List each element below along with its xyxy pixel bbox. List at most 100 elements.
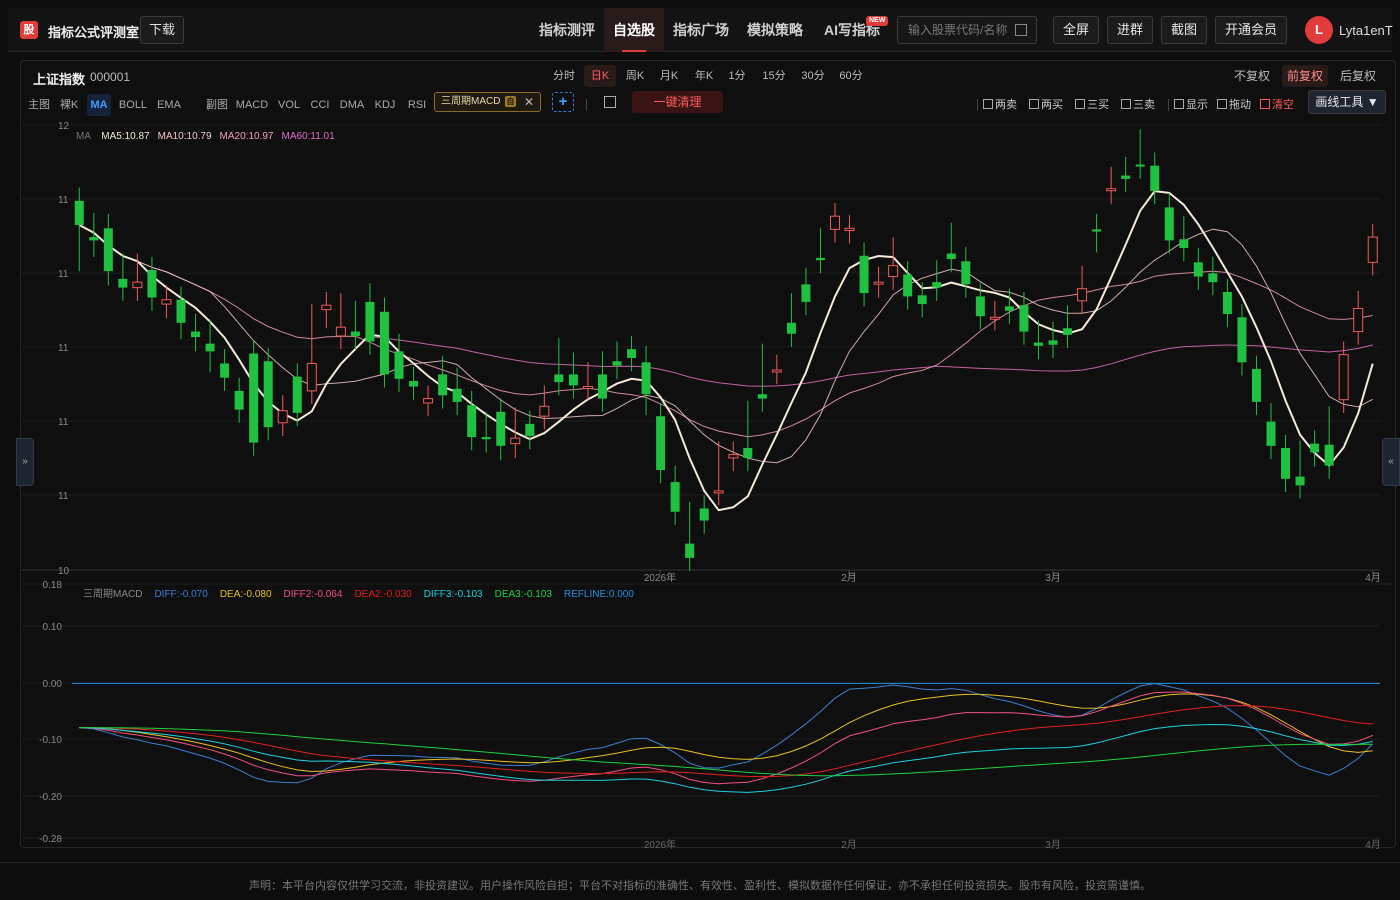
candle-body-down — [525, 423, 535, 436]
candle-body-up — [1367, 236, 1378, 263]
candle-body-down — [118, 278, 128, 288]
diff2-line — [79, 691, 1373, 785]
y-tick-label: 11 — [58, 195, 69, 206]
dea3-line — [79, 727, 1373, 777]
candle-body-down — [191, 331, 201, 338]
y-tick-label: 11 — [58, 417, 69, 428]
expand-right-handle[interactable]: « — [1382, 438, 1400, 486]
y-tick-label: 11 — [58, 269, 69, 280]
candle-body-up — [771, 369, 782, 373]
y-tick-label: 12 — [58, 121, 70, 132]
ma10-line — [79, 224, 1373, 464]
candle-body-down — [1004, 306, 1014, 311]
candle-body-down — [1019, 305, 1029, 332]
macd-legend-title: 三周期MACD — [83, 588, 142, 600]
candle-body-down — [1251, 368, 1261, 402]
diff-line — [79, 683, 1374, 784]
candle-body-down — [1193, 262, 1203, 277]
macd-legend: 三周期MACD DIFF:-0.070 DEA:-0.080 DIFF2:-0.064… — [83, 588, 634, 600]
y-tick-label: 0.00 — [43, 679, 63, 690]
y-tick-label: -0.20 — [39, 792, 62, 803]
candle-body-down — [670, 482, 680, 512]
candle-body-down — [1208, 273, 1218, 283]
candle-body-down — [74, 200, 84, 225]
ma-legend: MA MA5:10.87 MA10:10.79 MA20:10.97 MA60:11.… — [76, 131, 335, 142]
candle-body-down — [1266, 421, 1276, 446]
candle-body-down — [1150, 165, 1160, 191]
y-tick-label: 11 — [58, 491, 69, 502]
candle-body-up — [539, 405, 550, 417]
ma-legend-item: MA20:10.97 — [220, 131, 274, 142]
candle-body-up — [989, 316, 1000, 320]
candle-body-down — [1281, 448, 1291, 479]
macd-legend-item: DEA2:-0.030 — [354, 589, 412, 600]
candle-body-down — [1063, 328, 1073, 335]
candle-body-down — [234, 390, 244, 410]
candle-body-down — [89, 237, 99, 241]
candle-body-down — [1033, 342, 1043, 346]
candle-body-down — [975, 296, 985, 317]
candle-body-down — [1121, 175, 1131, 179]
candle-body-down — [917, 295, 927, 305]
candle-body-down — [176, 299, 186, 323]
candle-body-up — [830, 215, 840, 230]
candle-body-down — [903, 274, 913, 297]
candle-body-down — [1295, 476, 1305, 486]
candle-body-down — [1164, 207, 1174, 241]
candle-body-down — [801, 284, 811, 302]
candle-body-down — [205, 343, 215, 352]
candle-body-down — [1135, 164, 1145, 167]
candle-body-down — [365, 301, 375, 342]
candle-body-down — [1179, 239, 1189, 249]
kline-chart[interactable]: 12 11 11 11 11 11 10 2026年 2月 3月 4月 MA MA5:10.87 MA1… — [0, 0, 1400, 900]
disclaimer: 声明：本平台内容仅供学习交流，非投资建议。用户操作风险自担；平台不对指标的准确性… — [0, 862, 1400, 900]
candle-body-down — [1324, 444, 1334, 466]
candle-body-down — [1048, 340, 1058, 345]
candle-body-down — [1310, 443, 1320, 453]
candle-body-up — [423, 398, 434, 404]
macd-legend-item: DIFF3:-0.103 — [424, 589, 483, 600]
y-tick-label: -0.10 — [39, 735, 62, 746]
ma60-line — [369, 336, 1373, 387]
candle-body-up — [306, 362, 317, 392]
candle-body-down — [409, 381, 419, 387]
candle-body-up — [510, 437, 521, 445]
macd-legend-item: DEA:-0.080 — [220, 589, 272, 600]
candle-body-down — [743, 448, 753, 458]
candle-body-down — [1092, 229, 1102, 232]
y-tick-label: 0.18 — [43, 580, 63, 591]
candle-body-down — [452, 388, 462, 402]
candle-body-down — [859, 255, 869, 294]
candle-body-down — [481, 437, 491, 440]
candle-body-down — [249, 353, 259, 443]
y-tick-label: 10 — [58, 566, 70, 577]
candle-body-down — [568, 374, 578, 386]
candle-body-down — [627, 349, 637, 358]
candle-body-down — [496, 411, 506, 446]
candle-body-down — [292, 376, 302, 413]
candle-body-up — [1338, 354, 1349, 401]
candle-body-down — [394, 351, 404, 379]
candle-body-down — [103, 228, 113, 272]
collapse-left-handle[interactable]: » — [16, 438, 34, 486]
candle-body-up — [873, 281, 884, 285]
candle-body-down — [757, 394, 767, 399]
candle-body-down — [612, 361, 622, 366]
candle-body-down — [263, 361, 273, 428]
candle-body-down — [220, 363, 230, 378]
candle-body-down — [932, 282, 942, 288]
y-tick-label: -0.28 — [39, 834, 62, 845]
candle-body-up — [277, 410, 288, 424]
ma-legend-item: MA10:10.79 — [158, 131, 212, 142]
x-tick-label: 3月 — [1045, 839, 1061, 851]
candle-body-down — [467, 405, 477, 438]
candle-body-up — [728, 454, 739, 459]
candle-body-up — [582, 386, 593, 390]
candle-body-down — [554, 374, 564, 383]
x-tick-label: 2026年 — [644, 838, 676, 851]
candle-body-up — [161, 299, 172, 305]
ma5-line — [78, 190, 1374, 512]
candle-body-down — [815, 257, 825, 261]
candle-body-up — [844, 227, 855, 231]
macd-legend-item: REFLINE:0.000 — [564, 589, 634, 600]
